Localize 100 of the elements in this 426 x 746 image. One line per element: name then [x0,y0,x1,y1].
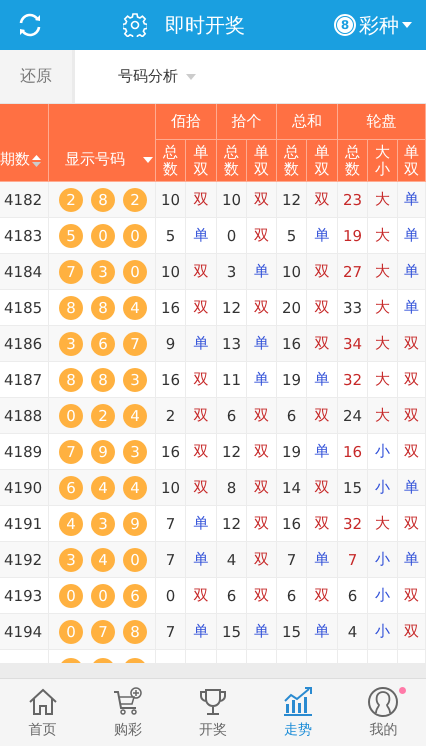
table-cell: 单 [254,334,269,353]
number-ball: 7 [59,440,83,464]
table-cell: 双 [314,334,330,353]
table-cell: 小 [375,478,390,497]
table-cell: 10 [282,262,302,280]
table-cell: 双 [254,406,269,425]
period-cell: 4193 [4,586,42,604]
period-cell: 4185 [4,298,42,316]
number-ball: 0 [59,584,83,608]
period-cell: 4182 [4,190,42,208]
table-cell: 7 [166,514,176,532]
table-cell: 11 [222,370,242,388]
period-cell: 4194 [4,622,42,640]
table-cell: 7 [166,550,176,568]
table-cell: 双 [194,298,208,317]
number-ball: 8 [91,188,115,212]
table-cell: 双 [194,586,208,605]
table-cell: 16 [160,370,180,388]
table-cell: 小 [375,586,390,605]
period-cell: 4191 [4,514,42,532]
number-ball: 3 [59,548,83,572]
table-cell: 16 [282,514,302,532]
number-ball: 3 [123,368,147,392]
analysis-dropdown[interactable]: 号码分析 [118,50,196,103]
table-cell: 小 [375,622,390,641]
trophy-icon [197,686,229,718]
column-header: 总数 [163,144,178,177]
table-cell: 7 [286,550,296,568]
period-cell: 4187 [4,370,42,388]
table-cell: 小 [375,550,390,569]
period-cell: 4188 [4,406,42,424]
column-header: 单双 [314,144,330,177]
table-cell: 15 [222,622,242,640]
number-ball: 3 [123,440,147,464]
table-cell: 双 [314,514,330,533]
number-ball: 0 [91,584,115,608]
settings-icon[interactable] [123,13,147,37]
number-ball: 4 [59,512,83,536]
table-cell: 10 [160,190,180,208]
tab-bar-item[interactable]: 首页 [0,679,86,746]
caret-icon[interactable] [402,22,412,28]
table-cell: 15 [342,478,362,496]
table-cell: 12 [222,298,242,316]
period-sort-header[interactable]: 期数 [0,150,41,169]
table-cell: 双 [254,226,269,245]
table-cell: 单 [404,550,419,569]
number-ball: 8 [123,620,147,644]
table-cell: 5 [166,226,176,244]
table-cell: 双 [254,478,269,497]
table-cell: 13 [222,334,242,352]
number-ball: 3 [59,332,83,356]
table-cell: 单 [404,298,419,317]
period-cell: 4190 [4,478,42,496]
refresh-icon[interactable] [17,12,43,38]
lottery-type-selector[interactable]: 彩种 [359,12,399,38]
group-header: 轮盘 [366,112,396,131]
number-ball: 3 [91,512,115,536]
table-cell: 双 [194,370,208,389]
period-cell: 4184 [4,262,42,280]
table-cell: 大 [375,298,390,317]
number-ball: 7 [123,332,147,356]
table-cell: 双 [194,406,208,425]
table-cell: 单 [314,370,330,389]
table-cell: 双 [314,298,330,317]
table-cell: 单 [254,370,269,389]
table-cell: 6 [348,586,358,604]
period-cell: 4192 [4,550,42,568]
column-header: 单双 [404,144,419,177]
tab-bar-item[interactable]: 购彩 [85,679,170,746]
table-cell: 19 [282,442,302,460]
number-ball: 0 [123,224,147,248]
table-cell: 16 [342,442,362,460]
number-ball: 7 [59,260,83,284]
table-cell: 20 [282,298,302,316]
table-cell: 双 [254,550,269,569]
tab-bar-item[interactable]: 走势 [256,679,341,746]
table-cell: 单 [314,622,330,641]
group-header: 总和 [292,112,322,131]
table-cell: 6 [226,406,236,424]
table-cell: 2 [166,406,176,424]
tab-bar-item[interactable]: 开奖 [170,679,256,746]
numbers-header[interactable]: 显示号码 [51,150,153,169]
table-cell: 34 [342,334,362,352]
table-cell: 双 [404,334,419,353]
table-cell: 10 [222,190,242,208]
table-cell: 32 [342,370,362,388]
tab-bar-item[interactable]: 我的 [340,679,426,746]
table-cell: 5 [286,226,296,244]
column-header: 总数 [284,144,299,177]
page-title: 即时开奖 [165,12,245,38]
table-cell: 6 [226,586,236,604]
reset-button[interactable]: 还原 [0,50,75,103]
group-header: 佰拾 [171,112,201,131]
number-ball: 4 [91,476,115,500]
table-cell: 双 [254,514,269,533]
table-cell: 12 [222,514,242,532]
table-cell: 4 [348,622,358,640]
table-cell: 大 [375,226,390,245]
number-ball: 2 [91,404,115,428]
table-cell: 8 [226,478,236,496]
